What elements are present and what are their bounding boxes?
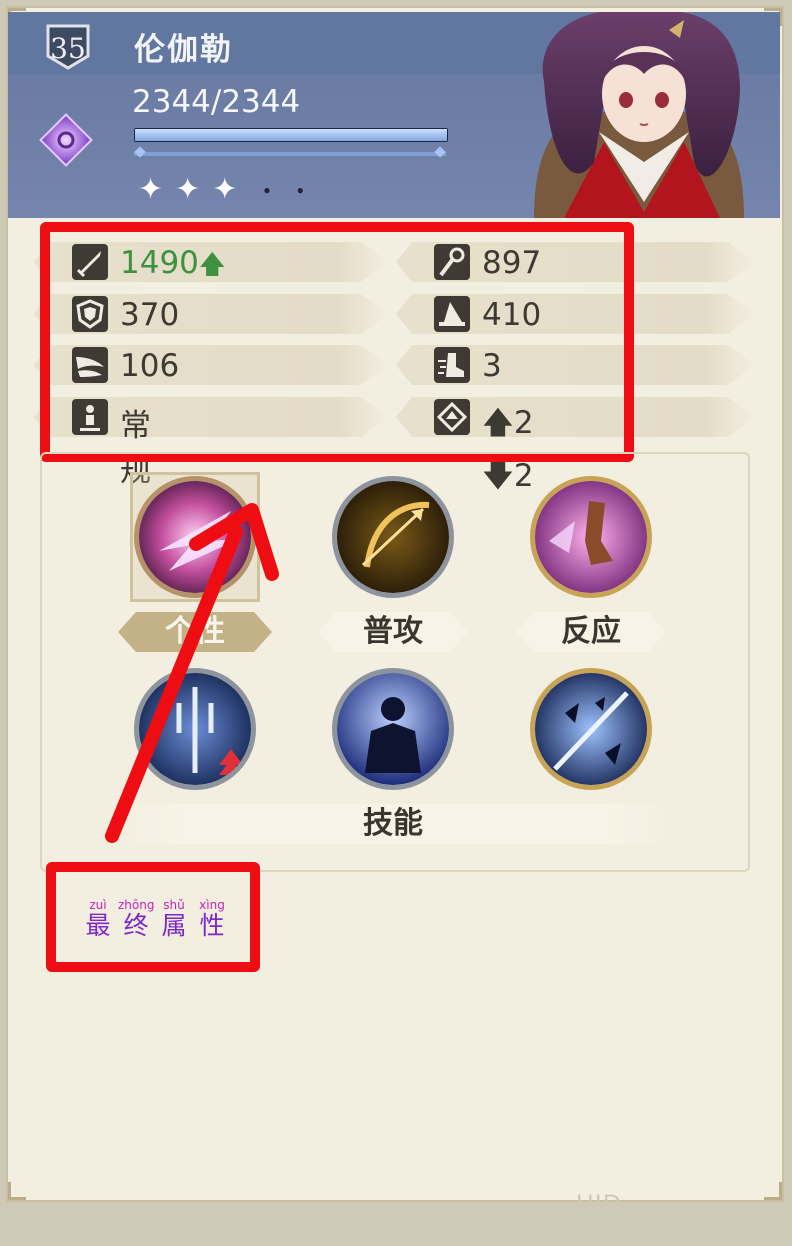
hp-bar-fill bbox=[135, 129, 447, 141]
track-knob bbox=[434, 146, 446, 158]
level-number: 35 bbox=[50, 32, 86, 65]
ruby-char: xìng 性 bbox=[199, 898, 225, 940]
ruby-char: zuì 最 bbox=[85, 898, 111, 940]
ruby-char: zhōng 终 bbox=[118, 898, 155, 940]
personality-slash-icon bbox=[139, 481, 251, 593]
character-name: 伦伽勒 bbox=[134, 32, 233, 68]
skill-personality[interactable] bbox=[134, 476, 256, 598]
star-empty-icon: ● bbox=[263, 182, 271, 197]
skill-slot-3[interactable] bbox=[530, 668, 652, 790]
star-rating: ✦ ✦ ✦ ● ● bbox=[138, 172, 304, 207]
tab-reaction[interactable]: 反应 bbox=[516, 612, 666, 652]
ruby-char: shǔ 属 bbox=[161, 898, 187, 940]
track-knob bbox=[134, 146, 146, 158]
hp-text: 2344/2344 bbox=[132, 84, 301, 120]
tab-normal-attack[interactable]: 普攻 bbox=[318, 612, 468, 652]
silhouette-aura-icon bbox=[337, 673, 449, 785]
star-filled-icon: ✦ bbox=[212, 173, 238, 206]
character-header: 35 伦伽勒 2344/2344 ✦ ✦ ✦ ● ● bbox=[8, 12, 780, 218]
star-filled-icon: ✦ bbox=[138, 173, 164, 206]
star-empty-icon: ● bbox=[296, 182, 304, 197]
skill-reaction[interactable] bbox=[530, 476, 652, 598]
bow-arrow-icon bbox=[337, 481, 449, 593]
hp-track bbox=[134, 146, 446, 158]
skill-slot-1[interactable] bbox=[134, 668, 256, 790]
tab-personality[interactable]: 个性 bbox=[118, 612, 272, 652]
skill-normal-attack[interactable] bbox=[332, 476, 454, 598]
level-badge: 35 bbox=[44, 22, 92, 72]
character-portrait bbox=[534, 12, 744, 218]
reaction-icon bbox=[535, 481, 647, 593]
trident-up-icon bbox=[139, 673, 251, 785]
frame-corner bbox=[8, 1182, 26, 1200]
hp-bar bbox=[134, 128, 448, 142]
star-filled-icon: ✦ bbox=[175, 173, 201, 206]
ice-shatter-icon bbox=[535, 673, 647, 785]
uid-text: UID 1700001162 bbox=[576, 1190, 739, 1246]
skill-slot-2[interactable] bbox=[332, 668, 454, 790]
element-diamond-icon bbox=[39, 113, 93, 167]
skills-label: 技能 bbox=[118, 804, 668, 844]
stats-highlight-box bbox=[40, 222, 634, 462]
